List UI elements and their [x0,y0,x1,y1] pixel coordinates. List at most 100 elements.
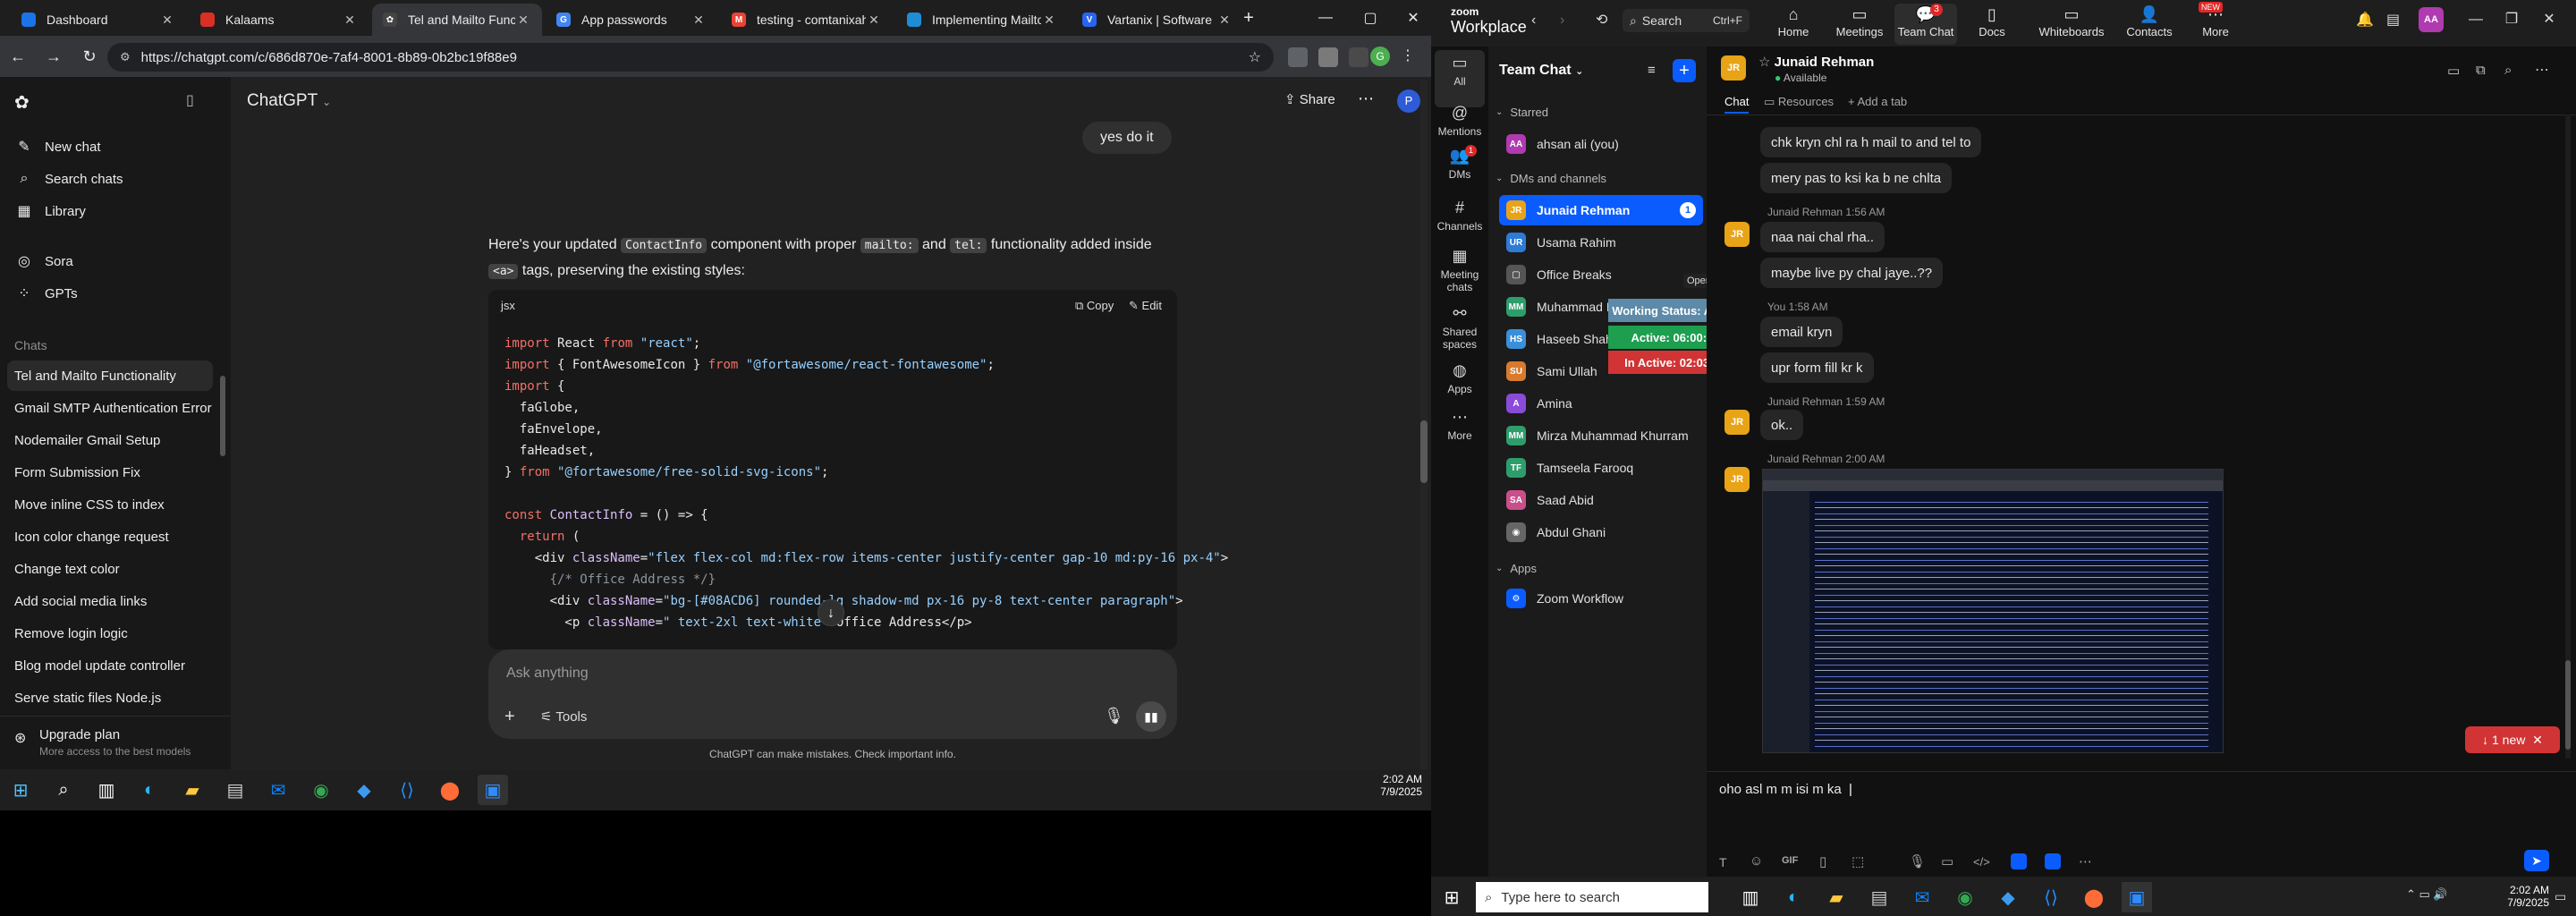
close-icon[interactable]: ✕ [866,13,882,28]
chat-item[interactable]: Form Submission Fix [7,457,213,488]
windows-start-icon[interactable]: ⊞ [5,775,36,805]
plus-icon[interactable]: + [504,707,515,727]
gif-icon[interactable]: GIF [1782,855,1798,866]
video-call-icon[interactable]: ▭ [2447,63,2460,79]
microphone-icon[interactable]: 🎙 [1104,707,1124,725]
more-options-icon[interactable]: ⋯ [1358,89,1374,108]
contact-abdul-ghani[interactable]: ◉ Abdul Ghani [1499,517,1703,547]
add-tab-button[interactable]: + Add a tab [1848,95,1907,108]
contact-amina[interactable]: A Amina [1499,388,1703,419]
conversation-avatar[interactable]: JR [1721,55,1746,81]
screenshot-attachment[interactable] [1762,469,2224,753]
profile-avatar[interactable]: G [1370,47,1390,66]
extension-icon[interactable] [1288,47,1308,67]
chat-item[interactable]: Add social media links [7,586,213,616]
code-snippet-icon[interactable]: </> [1973,855,1990,869]
menu-kebab-icon[interactable]: ⋮ [1399,47,1417,66]
voice-mode-icon[interactable]: ▮▮ [1136,701,1166,732]
vscode-icon[interactable]: ⟨⟩ [392,775,422,805]
zoom-search[interactable]: ⌕ Search Ctrl+F [1623,9,1750,32]
apps-header[interactable]: ⌄ Apps [1496,556,1537,580]
app-icon[interactable] [2011,853,2027,869]
scroll-down-arrow-icon[interactable]: ↓ [818,599,844,626]
windows-search-box[interactable]: ⌕ Type here to search [1476,882,1708,912]
share-button[interactable]: ⇪ Share [1284,91,1335,107]
chat-item[interactable]: Gmail SMTP Authentication Error [7,393,213,423]
app-zoom-workflow[interactable]: ⚙ Zoom Workflow [1499,583,1703,614]
task-view-icon[interactable]: ▥ [91,775,122,805]
new-chat-button[interactable]: ✎ New chat [14,131,220,163]
edge-icon[interactable]: ◐ [1778,882,1809,912]
rail-shared-spaces[interactable]: ⚯ Shared spaces [1435,301,1485,358]
filter-icon[interactable]: ≡ [1648,63,1656,78]
zoom-maximize-icon[interactable]: ❐ [2494,0,2529,39]
nav-docs[interactable]: ▯ Docs [1961,4,2023,45]
new-messages-pill[interactable]: ↓ 1 new ✕ [2465,726,2560,753]
notifications-icon[interactable]: ▭ [2555,889,2566,904]
edge-icon[interactable]: ◐ [134,775,165,805]
chrome-icon[interactable]: ◉ [306,775,336,805]
tab-kalaams[interactable]: Kalaams ✕ [190,4,369,36]
contact-saad-abid[interactable]: SA Saad Abid [1499,485,1703,515]
nav-contacts[interactable]: 👤 Contacts [2118,4,2181,45]
tab-chatgpt[interactable]: ✿Tel and Mailto Functio✕ [372,4,542,36]
nav-team-chat[interactable]: 💬 Team Chat 3 [1894,4,1957,45]
rail-all[interactable]: ▭ All [1435,50,1485,107]
vscode-icon[interactable]: ⟨⟩ [2036,882,2066,912]
more-options-icon[interactable]: ⋯ [2535,61,2549,79]
tab-app-passwords[interactable]: G App passwords ✕ [546,4,717,36]
video-message-icon[interactable]: ▭ [1941,853,1953,869]
zoom-taskbar-icon[interactable]: ▣ [2122,882,2152,912]
audio-icon[interactable]: 🎙 [1909,853,1926,869]
new-chat-plus-button[interactable]: + [1673,59,1696,82]
starred-header[interactable]: ⌄ Starred [1496,100,1548,123]
zoom-close-icon[interactable]: ✕ [2531,0,2567,39]
notification-bell-icon[interactable]: 🔔 [2356,11,2374,29]
close-window-icon[interactable]: ✕ [1386,0,1431,36]
nav-meetings[interactable]: ▭ Meetings [1828,4,1891,45]
sora-button[interactable]: ◎ Sora [14,245,220,277]
mail-icon[interactable]: ✉ [263,775,293,805]
store-icon[interactable]: ▤ [1864,882,1894,912]
app-icon[interactable]: ◆ [1993,882,2023,912]
tab-chat[interactable]: Chat [1724,95,1750,114]
system-tray[interactable]: ⌃ ▭ 🔊 [2406,887,2448,902]
message-input[interactable]: oho asl m m isi m ka | [1719,782,1852,797]
zoom-taskbar-icon[interactable]: ▣ [478,775,508,805]
history-icon[interactable]: ⟲ [1596,11,1607,29]
tools-button[interactable]: ⚟ Tools [540,708,587,725]
star-icon[interactable]: ☆ [1758,55,1770,70]
postman-icon[interactable]: ⬤ [2079,882,2109,912]
search-chats-button[interactable]: ⌕ Search chats [14,163,220,195]
site-info-icon[interactable]: ⚙ [120,50,131,64]
file-icon[interactable]: ▯ [1819,853,1826,869]
chrome-icon[interactable]: ◉ [1950,882,1980,912]
app-icon[interactable]: ◆ [349,775,379,805]
chat-item[interactable]: Move inline CSS to index [7,489,213,520]
gpts-button[interactable]: ⁘ GPTs [14,277,220,310]
more-dots-icon[interactable]: ⋯ [2079,853,2092,869]
chat-item[interactable]: Blog model update controller [7,650,213,681]
chat-item[interactable]: Serve static files Node.js [7,683,213,713]
dms-header[interactable]: ⌄ DMs and channels [1496,166,1606,190]
nav-whiteboards[interactable]: ▭ Whiteboards [2038,4,2106,45]
search-icon[interactable]: ⌕ [48,775,79,805]
file-explorer-icon[interactable]: ▰ [177,775,208,805]
prompt-input[interactable]: Ask anything [506,666,589,682]
new-tab-button[interactable]: + [1238,7,1259,29]
openai-logo-icon[interactable]: ✿ [14,91,36,113]
close-icon[interactable]: ✕ [342,13,358,28]
format-text-icon[interactable]: T [1719,855,1727,869]
sidebar-toggle-icon[interactable]: ▯ [186,91,208,113]
user-avatar[interactable]: P [1397,89,1420,113]
channel-office-breaks[interactable]: ▢ Office Breaks [1499,259,1703,290]
sidebar-scrollbar[interactable] [220,376,225,456]
forward-icon[interactable]: › [1560,13,1564,29]
forward-icon[interactable]: → [43,46,64,67]
conversation-title[interactable]: ☆ Junaid Rehman [1758,54,1874,70]
close-icon[interactable]: ✕ [1216,13,1233,28]
chat-item[interactable]: Nodemailer Gmail Setup [7,425,213,455]
tab-dashboard[interactable]: Dashboard ✕ [11,4,186,36]
close-icon[interactable]: ✕ [159,13,175,28]
chat-item[interactable]: Remove login logic [7,618,213,649]
